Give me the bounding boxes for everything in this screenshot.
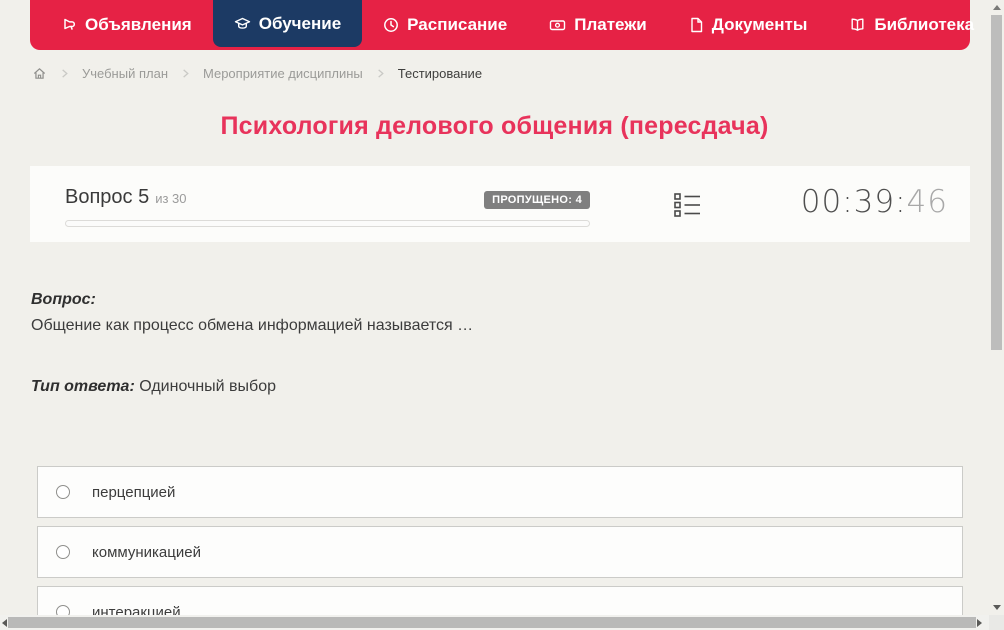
answer-option-label: коммуникацией (92, 543, 201, 561)
answer-type-value: Одиночный выбор (139, 378, 276, 395)
question-list-icon[interactable] (673, 192, 701, 218)
chevron-right-icon (375, 68, 386, 79)
nav-item-label: Документы (711, 15, 808, 34)
timer-seconds: 46 (906, 184, 948, 220)
chevron-right-icon (180, 68, 191, 79)
question-header-card: Вопрос 5 из 30 ПРОПУЩЕНО: 4 00:39:46 (30, 166, 970, 242)
nav-item-label: Расписание (407, 15, 508, 34)
chevron-right-icon (59, 68, 70, 79)
radio-button-icon[interactable] (56, 545, 70, 559)
scroll-left-arrow-icon[interactable] (2, 619, 7, 627)
answer-option[interactable]: интеракцией (37, 586, 963, 615)
horizontal-scrollbar[interactable] (0, 615, 989, 630)
scroll-right-arrow-icon[interactable] (977, 619, 982, 627)
vertical-scrollbar-thumb[interactable] (991, 15, 1002, 350)
breadcrumb-item-discipline-event[interactable]: Мероприятие дисциплины (203, 66, 363, 81)
nav-item-schedule[interactable]: Расписание (362, 0, 528, 50)
answer-option-label: перцепцией (92, 483, 176, 501)
nav-item-announcements[interactable]: Объявления (40, 0, 213, 50)
main-navbar: Объявления Обучение Расписание Платежи Д… (30, 0, 974, 50)
nav-item-payments[interactable]: Платежи (528, 0, 668, 50)
answer-option[interactable]: коммуникацией (37, 526, 963, 578)
question-number: Вопрос 5 (65, 186, 150, 208)
breadcrumb-item-testing: Тестирование (397, 65, 483, 81)
clock-icon (383, 17, 399, 33)
scroll-down-arrow-icon[interactable] (993, 605, 1001, 610)
nav-item-library[interactable]: Библиотека (828, 0, 989, 50)
vertical-scrollbar[interactable] (989, 0, 1004, 615)
scrollbar-corner (989, 615, 1004, 630)
page-title: Психология делового общения (пересдача) (220, 112, 769, 140)
nav-item-documents[interactable]: Документы (668, 0, 829, 50)
breadcrumb-item-curriculum[interactable]: Учебный план (82, 66, 168, 81)
answer-option[interactable]: перцепцией (37, 466, 963, 518)
answer-type-label: Тип ответа: (31, 378, 135, 395)
nav-item-label: Платежи (574, 15, 647, 34)
question-heading: Вопрос: (31, 291, 96, 308)
banknote-icon (549, 17, 566, 33)
question-text: Общение как процесс обмена информацией н… (31, 317, 474, 334)
graduation-cap-icon (234, 16, 251, 32)
lms-test-page: Объявления Обучение Расписание Платежи Д… (0, 0, 989, 615)
home-icon[interactable] (32, 66, 47, 81)
scroll-up-arrow-icon[interactable] (993, 5, 1001, 10)
document-icon (689, 17, 704, 33)
open-book-icon (849, 17, 866, 33)
answer-type-row: Тип ответа: Одиночный выбор (31, 378, 276, 396)
horizontal-scrollbar-thumb[interactable] (8, 617, 976, 628)
radio-button-icon[interactable] (56, 485, 70, 499)
nav-item-learning[interactable]: Обучение (212, 0, 363, 47)
question-progress-block: Вопрос 5 из 30 ПРОПУЩЕНО: 4 (65, 186, 590, 227)
nav-item-label: Объявления (85, 15, 192, 34)
answer-options-list: перцепцией коммуникацией интеракцией (37, 466, 963, 615)
answer-option-label: интеракцией (92, 603, 181, 616)
megaphone-icon (61, 17, 77, 33)
breadcrumb: Учебный план Мероприятие дисциплины Тест… (32, 62, 482, 84)
test-timer: 00:39:46 (801, 184, 948, 220)
nav-item-label: Обучение (258, 13, 342, 33)
timer-hours-minutes: 00:39: (800, 184, 907, 220)
browser-viewport: Объявления Обучение Расписание Платежи Д… (0, 0, 1004, 630)
question-progress-bar (65, 220, 590, 227)
question-total: из 30 (155, 191, 187, 206)
radio-button-icon[interactable] (56, 605, 70, 615)
nav-item-label: Библиотека (874, 15, 975, 34)
skipped-badge: ПРОПУЩЕНО: 4 (484, 191, 590, 209)
